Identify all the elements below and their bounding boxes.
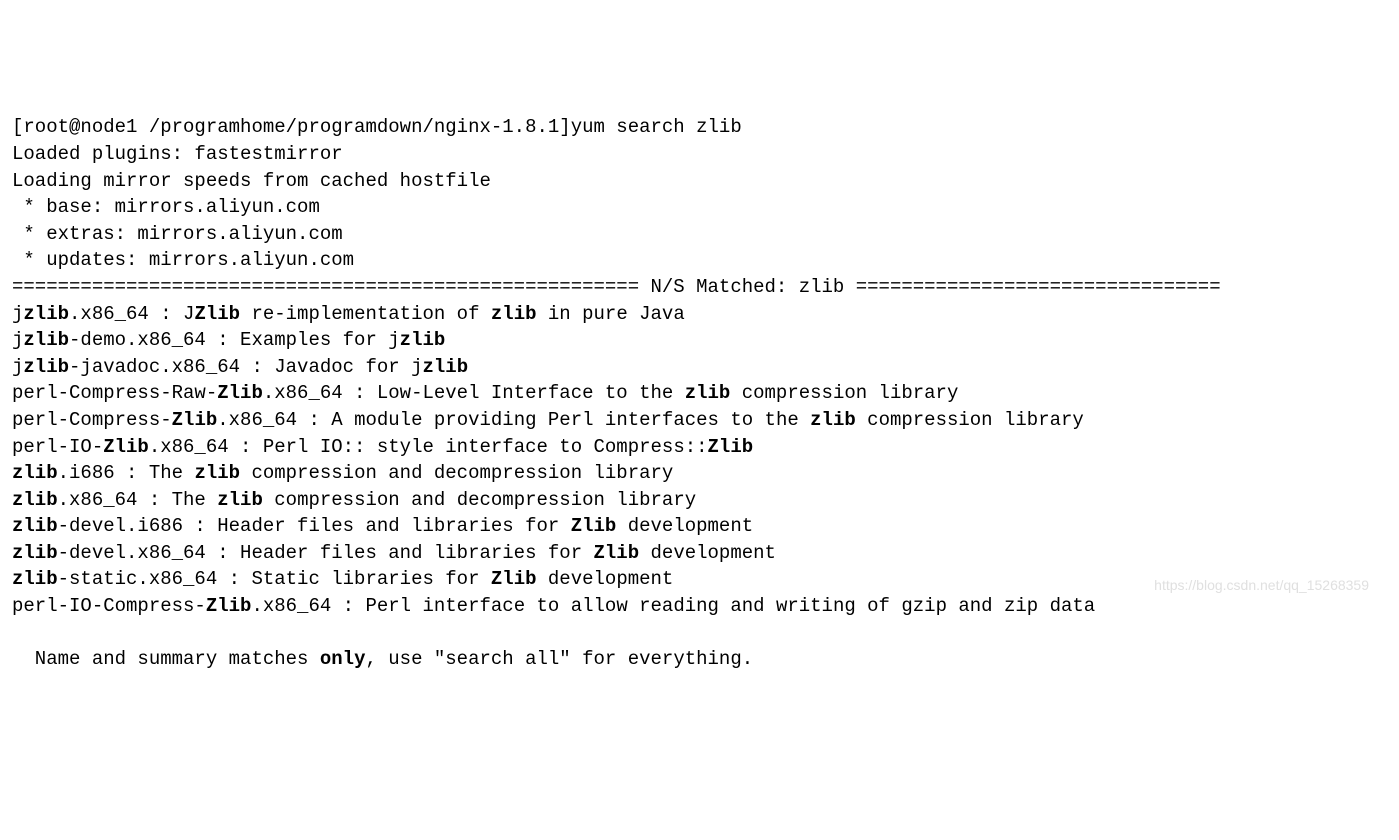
terminal-output[interactable]: [root@node1 /programhome/programdown/ngi… bbox=[12, 114, 1387, 672]
result-line: zlib.x86_64 : The zlib compression and d… bbox=[12, 489, 696, 511]
result-line: jzlib-demo.x86_64 : Examples for jzlib bbox=[12, 329, 445, 351]
result-line: zlib.i686 : The zlib compression and dec… bbox=[12, 462, 673, 484]
output-line: Loading mirror speeds from cached hostfi… bbox=[12, 170, 491, 192]
result-line: perl-Compress-Zlib.x86_64 : A module pro… bbox=[12, 409, 1084, 431]
output-line: * updates: mirrors.aliyun.com bbox=[12, 249, 354, 271]
output-line: Loaded plugins: fastestmirror bbox=[12, 143, 343, 165]
output-line: * base: mirrors.aliyun.com bbox=[12, 196, 320, 218]
result-line: jzlib-javadoc.x86_64 : Javadoc for jzlib bbox=[12, 356, 468, 378]
prompt-line: [root@node1 /programhome/programdown/ngi… bbox=[12, 116, 742, 138]
result-line: perl-IO-Compress-Zlib.x86_64 : Perl inte… bbox=[12, 595, 1095, 617]
footer-line: Name and summary matches only, use "sear… bbox=[12, 648, 753, 670]
result-line: zlib-devel.x86_64 : Header files and lib… bbox=[12, 542, 776, 564]
section-header: ========================================… bbox=[12, 276, 1221, 298]
result-line: jzlib.x86_64 : JZlib re-implementation o… bbox=[12, 303, 685, 325]
result-line: perl-Compress-Raw-Zlib.x86_64 : Low-Leve… bbox=[12, 382, 958, 404]
output-line: * extras: mirrors.aliyun.com bbox=[12, 223, 343, 245]
result-line: zlib-static.x86_64 : Static libraries fo… bbox=[12, 568, 673, 590]
result-line: perl-IO-Zlib.x86_64 : Perl IO:: style in… bbox=[12, 436, 753, 458]
result-line: zlib-devel.i686 : Header files and libra… bbox=[12, 515, 753, 537]
